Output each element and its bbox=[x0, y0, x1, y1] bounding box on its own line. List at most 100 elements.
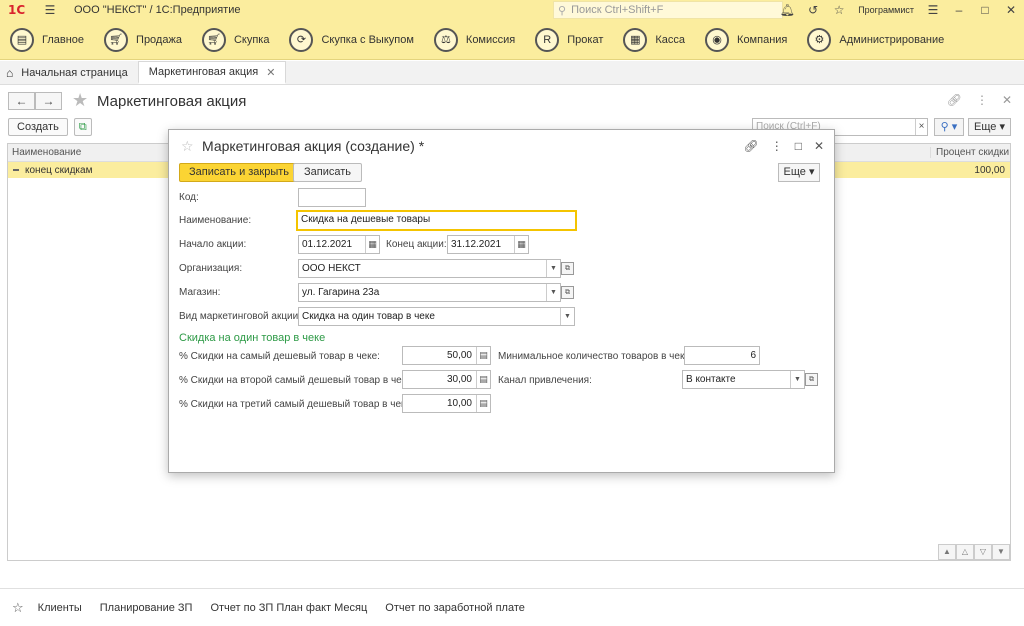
calculator-icon[interactable]: ▤ bbox=[476, 395, 490, 412]
start-date-label: Начало акции: bbox=[179, 239, 247, 250]
minimize-icon[interactable]: – bbox=[946, 3, 972, 17]
more-button[interactable]: Еще ▾ bbox=[968, 118, 1011, 136]
copy-button[interactable]: ⧉ bbox=[73, 118, 92, 136]
home-section-icon: ▤ bbox=[10, 27, 34, 52]
open-channel-icon[interactable]: ⧉ bbox=[805, 373, 818, 386]
dialog-maximize-icon[interactable]: □ bbox=[795, 139, 802, 153]
search-button[interactable]: ⚲ ▾ bbox=[934, 118, 964, 136]
favorites-icon: ☆ bbox=[12, 599, 24, 615]
dropdown-icon[interactable]: ▼ bbox=[790, 371, 804, 388]
history-icon[interactable]: ↺ bbox=[800, 3, 826, 17]
channel-label: Канал привлечения: bbox=[498, 375, 592, 386]
open-organization-icon[interactable]: ⧉ bbox=[561, 262, 574, 275]
dropdown-icon[interactable]: ▼ bbox=[546, 260, 560, 277]
sections-panel: ▤ Главное 🛒︎ Продажа 🛒︎ Скупка ⟳ Скупка с Вы… bbox=[0, 20, 1024, 60]
close-tab-icon[interactable]: ✕ bbox=[266, 66, 275, 79]
dropdown-icon[interactable]: ▼ bbox=[546, 284, 560, 301]
code-label: Код: bbox=[179, 192, 199, 203]
section-company[interactable]: ◉ Компания bbox=[705, 20, 787, 60]
more-vertical-icon[interactable]: ⋮ bbox=[976, 93, 988, 107]
shop-label: Магазин: bbox=[179, 287, 221, 298]
tab-home[interactable]: ⌂ Начальная страница bbox=[0, 61, 138, 84]
close-form-icon[interactable]: ✕ bbox=[1002, 93, 1012, 107]
min-qty-field[interactable]: 6 bbox=[684, 346, 760, 365]
save-button[interactable]: Записать bbox=[293, 163, 363, 182]
dialog-more-icon[interactable]: ⋮ bbox=[771, 139, 783, 153]
discount-3-label: % Скидки на третий самый дешевый товар в… bbox=[179, 399, 414, 410]
footer-link-salary-plan-fact[interactable]: Отчет по ЗП План факт Месяц bbox=[210, 602, 367, 614]
name-label: Наименование: bbox=[179, 215, 252, 226]
back-button[interactable]: ← bbox=[8, 92, 35, 110]
section-main[interactable]: ▤ Главное bbox=[10, 20, 84, 60]
close-window-icon[interactable]: ✕ bbox=[998, 3, 1024, 17]
section-buy[interactable]: 🛒︎ Скупка bbox=[201, 20, 269, 60]
create-button[interactable]: Создать bbox=[8, 118, 68, 136]
scroll-top-icon[interactable]: ▲ bbox=[938, 544, 956, 560]
code-field[interactable] bbox=[298, 188, 366, 207]
dialog-favorite-icon[interactable]: ☆ bbox=[181, 138, 194, 155]
favorite-star-icon[interactable]: ★ bbox=[72, 90, 88, 111]
section-commission[interactable]: ⚖ Комиссия bbox=[433, 20, 515, 60]
discount-group-title: Скидка на один товар в чеке bbox=[179, 332, 326, 344]
cart-buy-icon: 🛒︎ bbox=[201, 27, 226, 52]
shop-field[interactable]: ул. Гагарина 23а ▼ bbox=[298, 283, 561, 302]
save-and-close-button[interactable]: Записать и закрыть bbox=[179, 163, 300, 182]
start-date-field[interactable]: 01.12.2021 ▦ bbox=[298, 235, 380, 254]
action-kind-label: Вид маркетинговой акции: bbox=[179, 311, 302, 322]
global-search-placeholder: Поиск Ctrl+Shift+F bbox=[571, 4, 664, 16]
app-logo: 1С bbox=[8, 3, 26, 17]
section-sales[interactable]: 🛒︎ Продажа bbox=[104, 20, 182, 60]
dropdown-icon[interactable]: ▼ bbox=[560, 308, 574, 325]
favorites-star-icon[interactable]: ☆ bbox=[826, 3, 852, 17]
end-date-label: Конец акции: bbox=[386, 239, 447, 250]
footer-link-salary-planning[interactable]: Планирование ЗП bbox=[100, 602, 193, 614]
open-shop-icon[interactable]: ⧉ bbox=[561, 286, 574, 299]
action-kind-field[interactable]: Скидка на один товар в чеке ▼ bbox=[298, 307, 575, 326]
scroll-down-icon[interactable]: ▽ bbox=[974, 544, 992, 560]
scroll-up-icon[interactable]: △ bbox=[956, 544, 974, 560]
bell-icon[interactable]: 🔔︎ bbox=[774, 3, 800, 17]
discount-2-field[interactable]: 30,00 ▤ bbox=[402, 370, 491, 389]
dialog-more-button[interactable]: Еще ▾ bbox=[778, 163, 820, 182]
scales-icon: ⚖ bbox=[433, 27, 458, 52]
page-title: Маркетинговая акция bbox=[97, 93, 247, 110]
calculator-icon[interactable]: ▤ bbox=[476, 371, 490, 388]
global-search-input[interactable]: ⚲ Поиск Ctrl+Shift+F bbox=[553, 1, 783, 19]
section-cash[interactable]: ▦ Касса bbox=[623, 20, 685, 60]
marketing-action-dialog: ☆ Маркетинговая акция (создание) * 🔗︎ ⋮ … bbox=[168, 129, 835, 473]
organization-label: Организация: bbox=[179, 263, 243, 274]
clear-search-icon[interactable]: × bbox=[915, 119, 927, 135]
channel-field[interactable]: В контакте ▼ bbox=[682, 370, 805, 389]
dialog-close-icon[interactable]: ✕ bbox=[814, 139, 824, 153]
discount-3-field[interactable]: 10,00 ▤ bbox=[402, 394, 491, 413]
forward-button[interactable]: → bbox=[35, 92, 62, 110]
column-header-pct[interactable]: Процент скидки bbox=[930, 147, 1010, 158]
min-qty-label: Минимальное количество товаров в чеке: bbox=[498, 351, 693, 362]
discount-1-field[interactable]: 50,00 ▤ bbox=[402, 346, 491, 365]
tab-marketing-action[interactable]: Маркетинговая акция ✕ bbox=[137, 61, 287, 84]
section-rent[interactable]: R Прокат bbox=[535, 20, 603, 60]
section-admin[interactable]: ⚙ Администрирование bbox=[807, 20, 944, 60]
calendar-icon[interactable]: ▦ bbox=[514, 236, 528, 253]
menu-icon[interactable]: ☰ bbox=[38, 3, 62, 17]
home-icon: ⌂ bbox=[6, 65, 14, 80]
settings-menu-icon[interactable]: ☰ bbox=[920, 3, 946, 17]
title-bar: 1С ☰ ООО "НЕКСТ" / 1С:Предприятие ⚲ Поис… bbox=[0, 0, 1024, 20]
organization-field[interactable]: ООО НЕКСТ ▼ bbox=[298, 259, 561, 278]
footer-link-clients[interactable]: Клиенты bbox=[38, 602, 82, 614]
footer-link-salary-report[interactable]: Отчет по заработной плате bbox=[385, 602, 525, 614]
user-name[interactable]: Программист bbox=[858, 5, 914, 15]
maximize-icon[interactable]: □ bbox=[972, 3, 998, 17]
section-buyback[interactable]: ⟳ Скупка с Выкупом bbox=[289, 20, 414, 60]
dialog-link-icon[interactable]: 🔗︎ bbox=[743, 139, 758, 153]
calendar-icon[interactable]: ▦ bbox=[365, 236, 379, 253]
scroll-bottom-icon[interactable]: ▼ bbox=[992, 544, 1010, 560]
dialog-title: Маркетинговая акция (создание) * bbox=[202, 138, 425, 154]
link-icon[interactable]: 🔗︎ bbox=[947, 93, 962, 107]
end-date-field[interactable]: 31.12.2021 ▦ bbox=[447, 235, 529, 254]
name-field[interactable]: Скидка на дешевые товары bbox=[296, 210, 577, 231]
search-icon: ⚲ bbox=[558, 4, 567, 17]
calculator-icon[interactable]: ▤ bbox=[476, 347, 490, 364]
discount-2-label: % Скидки на второй самый дешевый товар в… bbox=[179, 375, 415, 386]
row-marker-icon bbox=[13, 168, 19, 171]
